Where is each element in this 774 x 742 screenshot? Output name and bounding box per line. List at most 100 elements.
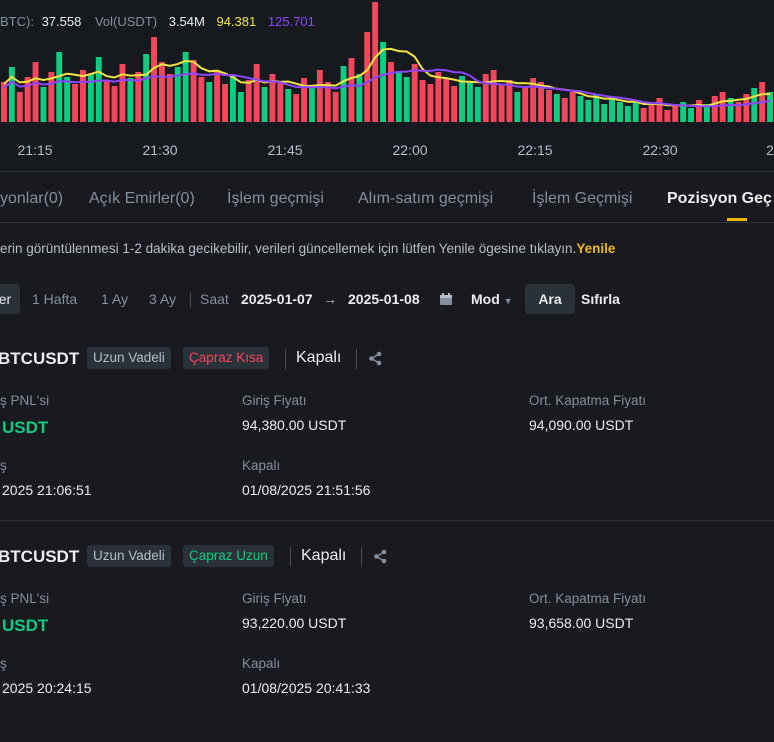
position-side-tag: Çapraz Kısa (183, 347, 270, 369)
share-icon[interactable] (373, 549, 388, 564)
mode-select[interactable]: Mod ▼ (471, 291, 513, 307)
volume-bar (664, 110, 671, 122)
reset-button[interactable]: Sıfırla (581, 291, 620, 307)
volume-bar (411, 64, 418, 122)
volume-bar (40, 87, 47, 122)
volume-bar (16, 92, 23, 122)
volume-bar (617, 102, 623, 122)
volume-bar (751, 88, 758, 122)
legend-value: 37.558 (41, 14, 82, 29)
close-price-value: 93,658.00 USDT (529, 615, 634, 631)
volume-bar (688, 108, 694, 122)
tab-positions[interactable]: yonlar(0) (0, 190, 63, 208)
position-status: Kapalı (301, 547, 347, 564)
volume-bar (56, 52, 63, 122)
pnl-value: USDT (2, 418, 49, 437)
volume-bar (490, 70, 497, 122)
tab-position-history[interactable]: Pozisyon Geç (667, 190, 772, 208)
filter-month[interactable]: 1 Ay (101, 291, 128, 307)
volume-bar (482, 74, 489, 122)
position-type-tag: Uzun Vadeli (87, 347, 171, 369)
filter-week[interactable]: 1 Hafta (32, 291, 77, 307)
volume-bar (546, 90, 552, 122)
share-icon[interactable] (368, 351, 383, 366)
volume-bar (230, 76, 236, 122)
volume-bar (656, 98, 663, 122)
volume-bar (577, 96, 584, 122)
filter-day-chip[interactable]: er (0, 284, 20, 314)
tab-order-history[interactable]: İşlem geçmişi (227, 190, 324, 208)
tab-transaction-history[interactable]: İşlem Geçmişi (532, 190, 632, 208)
legend-vol-value: 3.54M (168, 14, 205, 29)
active-tab-indicator (727, 218, 747, 221)
position-type-tag: Uzun Vadeli (87, 545, 171, 567)
opened-label: ş (0, 656, 7, 671)
legend-prefix: BTC): (0, 14, 34, 29)
entry-price-value: 94,380.00 USDT (242, 417, 347, 433)
search-button[interactable]: Ara (525, 284, 575, 314)
filter-three-month[interactable]: 3 Ay (149, 291, 176, 307)
time-label: Saat (200, 291, 229, 307)
volume-bar (285, 89, 292, 122)
volume-bar (767, 92, 773, 122)
legend-vol-label: Vol(USDT) (94, 14, 158, 29)
tab-open-orders[interactable]: Açık Emirler(0) (89, 190, 195, 208)
filter-bar: er 1 Hafta 1 Ay 3 Ay Saat 2025-01-07 → 2… (0, 284, 774, 314)
position-card: BTCUSDT Uzun Vadeli Çapraz Uzun Kapalı ş… (0, 545, 774, 742)
position-card: BTCUSDT Uzun Vadeli Çapraz Kısa Kapalı ş… (0, 347, 774, 544)
volume-bar (237, 92, 244, 122)
volume-bar (245, 80, 252, 122)
volume-bar (198, 77, 205, 122)
volume-bar (601, 104, 608, 122)
mode-label: Mod (471, 291, 500, 307)
time-tick: 2 (766, 142, 774, 158)
history-tabs: yonlar(0) Açık Emirler(0) İşlem geçmişi … (0, 172, 774, 223)
volume-bar (569, 92, 576, 122)
filter-divider (190, 292, 191, 308)
volume-bar (316, 70, 323, 122)
legend-ma1-value: 94.381 (216, 14, 257, 29)
position-status: Kapalı (296, 349, 342, 366)
volume-bar (640, 108, 647, 122)
delay-notice: erin görüntülenmesi 1-2 dakika gecikebil… (0, 241, 615, 256)
volume-bar (380, 42, 386, 122)
volume-bar (498, 84, 505, 122)
header-divider (285, 349, 286, 369)
closed-time: 01/08/2025 21:51:56 (242, 482, 371, 498)
header-divider (361, 547, 362, 567)
header-divider (356, 349, 357, 369)
volume-bar (648, 104, 655, 122)
volume-bar (253, 64, 260, 122)
opened-time: 2025 20:24:15 (2, 680, 92, 696)
volume-bar (119, 64, 126, 122)
volume-bar (190, 60, 197, 122)
calendar-icon[interactable] (439, 292, 453, 306)
time-tick: 22:30 (642, 142, 678, 158)
volume-bar (80, 70, 86, 122)
volume-bar (356, 74, 363, 122)
volume-bar (293, 94, 300, 122)
closed-label: Kapalı (242, 458, 281, 473)
volume-bar (711, 96, 718, 122)
card-divider (0, 520, 774, 521)
volume-bar (261, 87, 268, 122)
entry-price-label: Giriş Fiyatı (242, 591, 307, 606)
volume-chart[interactable]: BTC): 37.558 Vol(USDT) 3.54M 94.381 125.… (0, 0, 774, 130)
position-symbol: BTCUSDT (0, 547, 80, 566)
volume-bar (214, 70, 221, 122)
legend-ma2-value: 125.701 (267, 14, 315, 29)
tab-trade-history[interactable]: Alım-satım geçmişi (358, 190, 493, 208)
volume-bar (696, 100, 702, 122)
volume-bar (332, 92, 339, 122)
volume-bar (95, 57, 102, 122)
volume-bar (561, 98, 568, 122)
chevron-down-icon: ▼ (503, 296, 513, 306)
date-from[interactable]: 2025-01-07 (241, 291, 313, 307)
volume-bar (419, 80, 426, 122)
date-to[interactable]: 2025-01-08 (348, 291, 420, 307)
position-side-tag: Çapraz Uzun (183, 545, 274, 567)
volume-bar (103, 80, 110, 122)
refresh-link[interactable]: Yenile (576, 241, 615, 256)
opened-time: 2025 21:06:51 (2, 482, 92, 498)
pnl-label: ş PNL'si (0, 393, 50, 408)
